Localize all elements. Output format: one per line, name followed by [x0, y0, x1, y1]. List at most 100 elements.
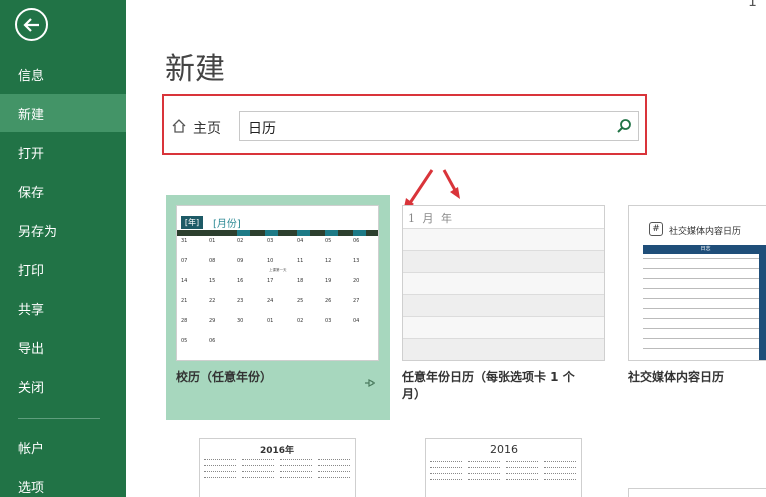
calendar-date: 18	[297, 278, 304, 284]
calendar-header-accent	[237, 230, 250, 236]
calendar-week-row	[403, 294, 604, 316]
sidebar-item-options[interactable]: 选项	[0, 467, 126, 497]
mini-calendar-line	[544, 473, 576, 475]
calendar-event-note: 上课第一天	[269, 268, 287, 272]
side-accent-bar	[759, 245, 766, 360]
calendar-date: 05	[181, 338, 188, 344]
calendar-date: 06	[353, 238, 360, 244]
calendar-date: 17	[267, 278, 274, 284]
template-thumbnail-partial[interactable]	[628, 488, 766, 497]
sidebar-divider	[18, 418, 100, 419]
template-thumbnail: # 社交媒体内容日历 日志	[628, 205, 766, 361]
calendar-date: 13	[353, 258, 360, 264]
calendar-date: 20	[353, 278, 360, 284]
calendar-date: 23	[237, 298, 244, 304]
mini-calendar-line	[430, 467, 462, 469]
back-button[interactable]	[15, 8, 48, 41]
mini-calendar-line	[204, 471, 236, 473]
mini-calendar-line	[468, 461, 500, 463]
calendar-header-accent	[325, 230, 338, 236]
calendar-header-accent	[265, 230, 278, 236]
calendar-year-label: [年]	[181, 216, 203, 229]
mini-calendar-line	[318, 477, 350, 479]
template-thumbnail: [年] [月份] 31 01 02 03 04 05 06 07 08 09 10 11 12 13 14 1…	[176, 205, 379, 361]
sidebar-item-account[interactable]: 帐户	[0, 428, 126, 466]
log-bar: 日志	[643, 245, 766, 254]
calendar-date: 22	[209, 298, 216, 304]
table-row-line	[643, 318, 759, 319]
mini-calendar-line	[280, 459, 312, 461]
mini-calendar-line	[280, 465, 312, 467]
calendar-date: 01	[267, 318, 274, 324]
sidebar-item-share[interactable]: 共享	[0, 289, 126, 327]
back-arrow-icon	[22, 17, 39, 32]
search-icon[interactable]	[616, 118, 632, 134]
calendar-date: 28	[181, 318, 188, 324]
template-thumbnail-2016-year[interactable]: 2016年	[199, 438, 356, 497]
mini-calendar-line	[430, 461, 462, 463]
calendar-date: 08	[209, 258, 216, 264]
mini-calendar-line	[318, 471, 350, 473]
sidebar-item-info[interactable]: 信息	[0, 55, 126, 93]
mini-calendar-line	[506, 479, 538, 481]
template-card-any-year-calendar[interactable]: 1 月 年 任意年份日历（每张选项卡 1 个月）	[392, 195, 616, 420]
calendar-date: 14	[181, 278, 188, 284]
calendar-date: 02	[297, 318, 304, 324]
sidebar-item-print[interactable]: 打印	[0, 250, 126, 288]
mini-calendar-line	[544, 479, 576, 481]
template-thumbnail: 1 月 年	[402, 205, 605, 361]
calendar-week-row	[403, 272, 604, 294]
mini-calendar-line	[468, 473, 500, 475]
home-icon[interactable]	[171, 118, 187, 134]
calendar-month-label: [月份]	[213, 219, 241, 230]
search-input[interactable]: 日历	[239, 111, 639, 141]
mini-calendar-line	[204, 477, 236, 479]
page-title: 新建	[165, 52, 225, 87]
template-thumbnail-2016[interactable]: 2016	[425, 438, 582, 497]
sidebar-item-close[interactable]: 关闭	[0, 367, 126, 405]
table-row-line	[643, 328, 759, 329]
mini-calendar-line	[430, 473, 462, 475]
table-row-line	[643, 258, 759, 259]
sidebar-item-save-as[interactable]: 另存为	[0, 211, 126, 249]
pin-icon[interactable]	[364, 378, 376, 388]
mini-calendar-line	[506, 461, 538, 463]
sidebar-item-new[interactable]: 新建	[0, 94, 126, 132]
sidebar-item-export[interactable]: 导出	[0, 328, 126, 366]
calendar-date: 01	[209, 238, 216, 244]
thumbnail-heading: 2016年	[260, 446, 295, 456]
home-link[interactable]: 主页	[193, 118, 221, 138]
calendar-date: 04	[353, 318, 360, 324]
sidebar-item-open[interactable]: 打开	[0, 133, 126, 171]
template-card-social-media-calendar[interactable]: # 社交媒体内容日历 日志 社交媒体内容日历	[618, 195, 766, 420]
table-row-line	[643, 308, 759, 309]
calendar-date: 02	[237, 238, 244, 244]
calendar-date: 09	[237, 258, 244, 264]
excel-backstage: 信息 新建 打开 保存 另存为 打印 共享 导出 关闭 帐户 选项 1 新建 主…	[0, 0, 766, 497]
template-card-school-calendar[interactable]: [年] [月份] 31 01 02 03 04 05 06 07 08 09 10 11 12 13 14 1…	[166, 195, 390, 420]
calendar-header-accent	[297, 230, 310, 236]
window-title-fragment: 1	[748, 0, 757, 10]
mini-calendar-line	[242, 477, 274, 479]
calendar-date: 26	[325, 298, 332, 304]
calendar-date: 27	[353, 298, 360, 304]
sidebar-item-save[interactable]: 保存	[0, 172, 126, 210]
calendar-date: 16	[237, 278, 244, 284]
calendar-date: 11	[297, 258, 304, 264]
calendar-date: 31	[181, 238, 188, 244]
mini-calendar-line	[280, 471, 312, 473]
calendar-week-row	[403, 316, 604, 338]
calendar-date: 21	[181, 298, 188, 304]
mini-calendar-line	[506, 467, 538, 469]
template-title: 任意年份日历（每张选项卡 1 个月）	[402, 370, 575, 401]
mini-calendar-line	[204, 459, 236, 461]
table-row-line	[643, 348, 759, 349]
search-input-value: 日历	[248, 121, 276, 137]
calendar-header-bar	[177, 230, 378, 236]
backstage-sidebar: 信息 新建 打开 保存 另存为 打印 共享 导出 关闭 帐户 选项	[0, 0, 126, 497]
mini-calendar-line	[430, 479, 462, 481]
calendar-date: 03	[267, 238, 274, 244]
table-row-line	[643, 298, 759, 299]
calendar-header-accent	[353, 230, 366, 236]
calendar-date: 29	[209, 318, 216, 324]
